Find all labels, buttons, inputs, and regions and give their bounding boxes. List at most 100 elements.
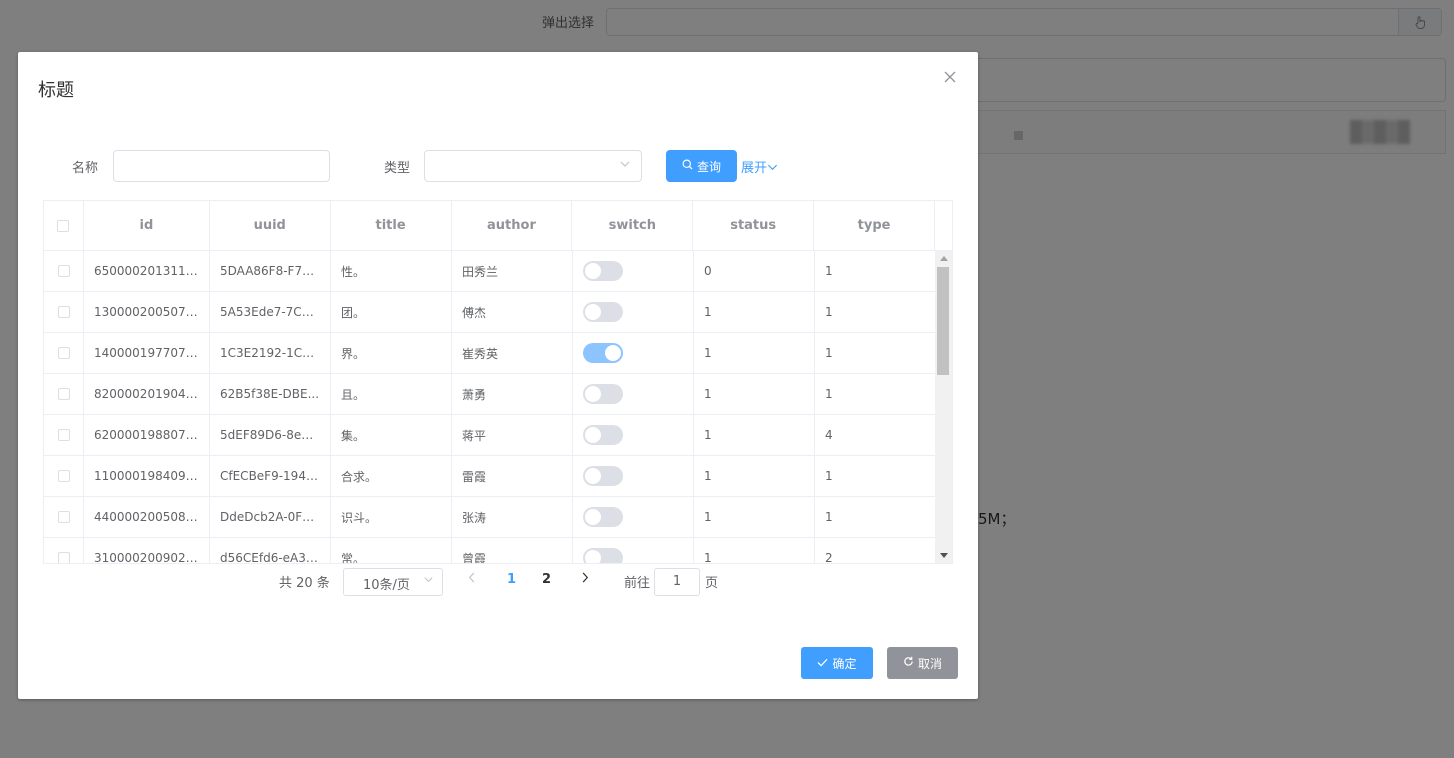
name-input[interactable] [113, 150, 330, 182]
scroll-down-arrow-icon[interactable] [940, 553, 948, 558]
query-button[interactable]: 查询 [666, 150, 737, 182]
row-switch-toggle[interactable] [583, 507, 623, 527]
row-checkbox[interactable] [57, 552, 70, 563]
cell-switch [573, 415, 694, 455]
prev-page-icon[interactable] [468, 572, 476, 587]
row-checkbox[interactable] [57, 388, 70, 400]
goto-page-input[interactable]: 1 [654, 568, 700, 596]
cell-text: d56CEfd6-eA3f... [220, 551, 320, 564]
table-scrollbar[interactable] [935, 251, 952, 563]
table-row[interactable]: 1400001977073... 1C3E2192-1Ca... 界。 崔秀英 1 1 [44, 333, 936, 374]
confirm-button[interactable]: 确定 [801, 647, 873, 679]
row-select-cell [44, 333, 84, 373]
switch-knob [585, 263, 601, 279]
table-row[interactable]: 1300002005072... 5A53Ede7-7C5... 团。 傅杰 1 1 [44, 292, 936, 333]
cell-author: 蒋平 [452, 415, 573, 455]
scroll-thumb[interactable] [937, 267, 949, 375]
cell-text: 0 [704, 264, 712, 278]
table-body[interactable]: 6500002013111... 5DAA86F8-F77... 性。 田秀兰 0 1 13… [44, 251, 936, 564]
row-switch-toggle[interactable] [583, 261, 623, 281]
row-checkbox[interactable] [57, 265, 70, 277]
row-switch-toggle[interactable] [583, 466, 623, 486]
cell-text: 1 [704, 428, 712, 442]
column-header-id: id [84, 201, 210, 250]
page-size-select[interactable]: 10条/页 [343, 568, 443, 596]
cancel-button-label: 取消 [917, 656, 942, 671]
expand-link[interactable]: 展开 [741, 157, 778, 176]
cell-text: 1 [704, 346, 712, 360]
cell-text: 界。 [341, 346, 366, 361]
cell-text: 张涛 [462, 510, 487, 525]
cell-text: 合求。 [341, 469, 378, 484]
row-switch-toggle[interactable] [583, 384, 623, 404]
cell-switch [573, 456, 694, 496]
cell-id: 1300002005072... [84, 292, 210, 332]
select-all-cell [44, 201, 84, 250]
row-checkbox[interactable] [57, 470, 70, 482]
table-row[interactable]: 8200002019040... 62B5f38E-DBE... 且。 萧勇 1 1 [44, 374, 936, 415]
type-select[interactable] [424, 150, 642, 182]
row-checkbox[interactable] [57, 347, 70, 359]
cell-title: 识斗。 [331, 497, 452, 537]
cell-uuid: 5A53Ede7-7C5... [210, 292, 331, 332]
scroll-up-arrow-icon[interactable] [940, 256, 948, 261]
header-gutter [935, 201, 952, 250]
cell-text: 曾霞 [462, 551, 487, 564]
table-row[interactable]: 1100001984092... CfECBeF9-1948... 合求。 雷霞 1 1 [44, 456, 936, 497]
expand-link-label: 展开 [741, 161, 768, 176]
row-switch-toggle[interactable] [583, 302, 623, 322]
cell-text: 5dEF89D6-8e2... [220, 428, 320, 442]
cell-title: 集。 [331, 415, 452, 455]
table-row[interactable]: 6200001988072... 5dEF89D6-8e2... 集。 蒋平 1 4 [44, 415, 936, 456]
switch-knob [585, 427, 601, 443]
page-size-value: 10条/页 [363, 578, 410, 593]
type-label: 类型 [384, 161, 411, 176]
row-switch-toggle[interactable] [583, 425, 623, 445]
row-checkbox[interactable] [57, 511, 70, 523]
cell-type: 1 [815, 456, 936, 496]
row-switch-toggle[interactable] [583, 548, 623, 563]
cell-text: 1 [825, 387, 833, 401]
cell-text: 1C3E2192-1Ca... [220, 346, 320, 360]
row-switch-toggle[interactable] [583, 343, 623, 363]
page-number-1[interactable]: 1 [507, 572, 516, 587]
table-row[interactable]: 6500002013111... 5DAA86F8-F77... 性。 田秀兰 0 1 [44, 251, 936, 292]
table-row[interactable]: 3100002009021... d56CEfd6-eA3f... 常。 曾霞 1 2 [44, 538, 936, 564]
cell-author: 曾霞 [452, 538, 573, 564]
row-checkbox[interactable] [57, 306, 70, 318]
switch-knob [585, 509, 601, 525]
cell-id: 8200002019040... [84, 374, 210, 414]
page-number-2[interactable]: 2 [542, 572, 551, 587]
cell-id: 1100001984092... [84, 456, 210, 496]
query-button-label: 查询 [696, 159, 721, 174]
goto-label: 前往 [624, 576, 651, 591]
cell-status: 0 [694, 251, 815, 291]
cell-text: 6200001988072... [94, 428, 199, 442]
table-header: id uuid title author switch status type [44, 201, 952, 251]
cell-text: 2 [825, 551, 833, 564]
cell-author: 崔秀英 [452, 333, 573, 373]
cell-text: CfECBeF9-1948... [220, 469, 320, 483]
close-icon[interactable] [942, 70, 958, 86]
cell-status: 1 [694, 456, 815, 496]
cell-text: 雷霞 [462, 469, 487, 484]
row-select-cell [44, 251, 84, 291]
cell-text: 萧勇 [462, 387, 487, 402]
cell-status: 1 [694, 497, 815, 537]
cell-title: 常。 [331, 538, 452, 564]
cancel-button[interactable]: 取消 [887, 647, 958, 679]
cell-text: 1 [704, 469, 712, 483]
cell-id: 3100002009021... [84, 538, 210, 563]
cell-uuid: DdeDcb2A-0Fb... [210, 497, 331, 537]
row-checkbox[interactable] [57, 429, 70, 441]
column-header-author: author [452, 201, 573, 250]
next-page-icon[interactable] [581, 572, 589, 587]
cell-author: 张涛 [452, 497, 573, 537]
cell-uuid: d56CEfd6-eA3f... [210, 538, 331, 564]
check-icon [817, 656, 828, 670]
table-row[interactable]: 4400002005082... DdeDcb2A-0Fb... 识斗。 张涛 1 1 [44, 497, 936, 538]
cell-author: 田秀兰 [452, 251, 573, 291]
cell-title: 界。 [331, 333, 452, 373]
select-all-checkbox[interactable] [57, 219, 70, 232]
cell-text: 常。 [341, 551, 366, 564]
